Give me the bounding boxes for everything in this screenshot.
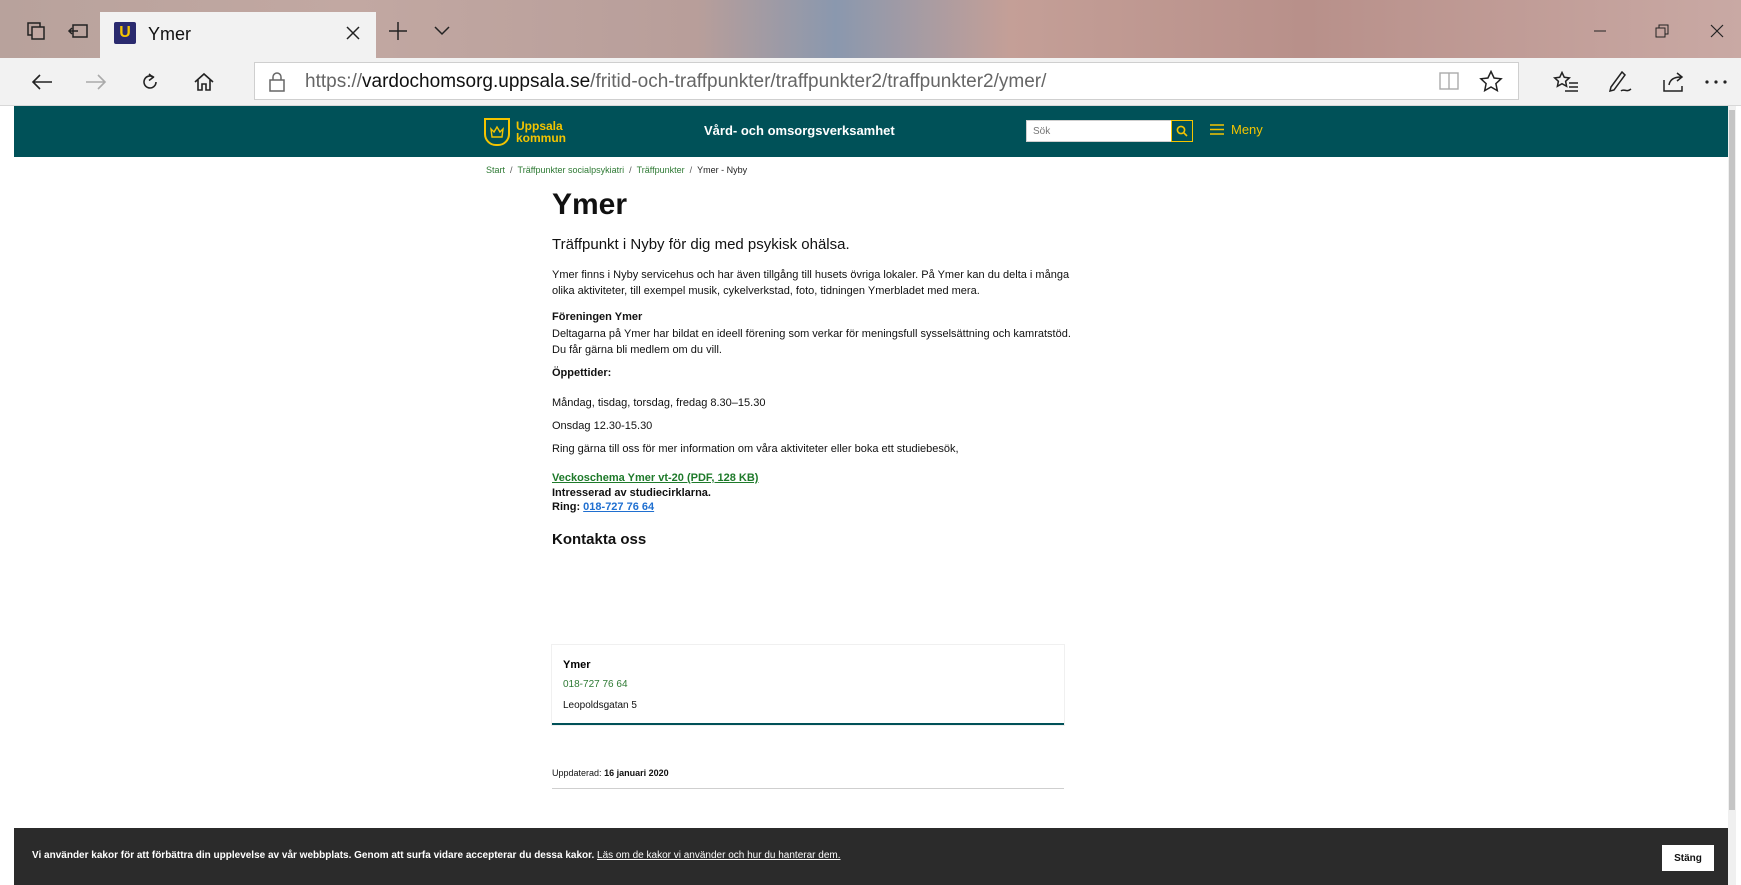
page-scrollbar[interactable]	[1728, 106, 1736, 885]
cookie-banner: Vi använder kakor för att förbättra din …	[14, 828, 1728, 885]
close-window-icon[interactable]	[1692, 12, 1741, 50]
study-circles-text: Intresserad av studiecirklarna.	[552, 487, 711, 499]
page-title: Ymer	[552, 188, 628, 221]
home-icon[interactable]	[184, 64, 224, 100]
article: Ymer Träffpunkt i Nyby för dig med psyki…	[552, 186, 1084, 548]
url-domain: vardochomsorg.uppsala.se	[362, 71, 591, 92]
updated-label: Uppdaterad:	[552, 768, 602, 778]
menu-label: Meny	[1231, 122, 1263, 137]
breadcrumb-separator: /	[689, 165, 693, 175]
contact-heading: Kontakta oss	[552, 531, 647, 548]
divider	[552, 788, 1064, 789]
restore-window-icon[interactable]	[1634, 12, 1690, 50]
hamburger-icon	[1210, 124, 1224, 135]
favorite-star-icon[interactable]	[1471, 63, 1511, 99]
tab-title: Ymer	[148, 24, 192, 44]
tab-preview-chevron-icon[interactable]	[422, 12, 462, 50]
cookie-info-link[interactable]: Läs om de kakor vi använder och hur du h…	[597, 850, 840, 861]
cookie-text: Vi använder kakor för att förbättra din …	[32, 850, 595, 861]
scrollbar-thumb[interactable]	[1729, 110, 1735, 810]
tab-manager-icon[interactable]	[16, 12, 56, 50]
more-options-icon[interactable]	[1704, 64, 1741, 100]
association-heading: Föreningen Ymer	[552, 311, 643, 323]
association-member-text: Du får gärna bli medlem om du vill.	[552, 344, 722, 356]
site-name[interactable]: Vård- och omsorgsverksamhet	[704, 123, 895, 138]
url-path: /fritid-och-traffpunkter/traffpunkter2/t…	[590, 71, 1047, 92]
search-icon[interactable]	[1171, 120, 1193, 142]
uppsala-kommun-logo[interactable]: Uppsala kommun	[484, 116, 566, 148]
lead-paragraph: Träffpunkt i Nyby för dig med psykisk oh…	[552, 236, 850, 253]
url-prefix: https://	[305, 71, 363, 92]
cookie-close-button[interactable]: Stäng	[1662, 845, 1714, 871]
ring-label: Ring:	[552, 501, 581, 513]
logo-text: Uppsala kommun	[516, 120, 566, 144]
contact-phone-link[interactable]: 018-727 76 64	[563, 679, 628, 690]
lock-icon	[267, 71, 289, 93]
opening-hours-heading: Öppettider:	[552, 367, 612, 379]
phone-link[interactable]: 018-727 76 64	[583, 501, 654, 513]
browser-navigation-bar: https://vardochomsorg.uppsala.se/fritid-…	[0, 58, 1741, 106]
logo-line-2: kommun	[516, 131, 567, 145]
site-search-input[interactable]	[1026, 120, 1172, 142]
address-bar[interactable]: https://vardochomsorg.uppsala.se/fritid-…	[254, 62, 1519, 100]
breadcrumb: Start / Träffpunkter socialpsykiatri / T…	[486, 165, 747, 175]
intro-paragraph: Ymer finns i Nyby servicehus och har äve…	[552, 269, 1070, 297]
contact-address: Leopoldsgatan 5	[563, 700, 637, 711]
contact-card: Ymer 018-727 76 64 Leopoldsgatan 5	[552, 645, 1064, 725]
breadcrumb-item-traffpunkter[interactable]: Träffpunkter	[637, 165, 685, 175]
url-text: https://vardochomsorg.uppsala.se/fritid-…	[305, 71, 1046, 93]
crown-shield-icon	[484, 118, 510, 146]
contact-name: Ymer	[563, 659, 591, 671]
breadcrumb-item-socialpsykiatri[interactable]: Träffpunkter socialpsykiatri	[518, 165, 625, 175]
cookie-message: Vi använder kakor för att förbättra din …	[32, 850, 841, 861]
minimize-window-icon[interactable]	[1572, 12, 1628, 50]
favorites-list-icon[interactable]	[1546, 64, 1586, 100]
reading-view-icon[interactable]	[1429, 63, 1469, 99]
forward-icon[interactable]	[76, 64, 116, 100]
back-icon[interactable]	[22, 64, 62, 100]
page-viewport: Uppsala kommun Vård- och omsorgsverksamh…	[14, 106, 1736, 885]
breadcrumb-separator: /	[629, 165, 632, 175]
breadcrumb-current: Ymer - Nyby	[697, 165, 748, 175]
breadcrumb-separator: /	[510, 165, 513, 175]
new-tab-icon[interactable]	[378, 12, 418, 50]
last-updated: Uppdaterad: 16 januari 2020	[552, 768, 669, 778]
uppsala-favicon-icon: U	[114, 22, 136, 44]
tab-ymer[interactable]: U Ymer	[100, 12, 376, 58]
browser-tab-bar: U Ymer	[0, 0, 1741, 58]
refresh-icon[interactable]	[130, 64, 170, 100]
association-paragraph: Deltagarna på Ymer har bildat en ideell …	[552, 328, 1071, 340]
weekly-schedule-pdf-link[interactable]: Veckoschema Ymer vt-20 (PDF, 128 KB)	[552, 472, 758, 484]
share-icon[interactable]	[1654, 64, 1694, 100]
menu-button[interactable]: Meny	[1210, 122, 1263, 137]
opening-hours-weekdays: Måndag, tisdag, torsdag, fredag 8.30–15.…	[552, 397, 766, 409]
opening-hours-wednesday: Onsdag 12.30-15.30	[552, 420, 653, 432]
web-note-pen-icon[interactable]	[1600, 64, 1640, 100]
call-us-text: Ring gärna till oss för mer information …	[552, 443, 959, 455]
site-header: Uppsala kommun Vård- och omsorgsverksamh…	[14, 106, 1728, 157]
updated-date: 16 januari 2020	[604, 768, 669, 778]
set-aside-tabs-icon[interactable]	[58, 12, 98, 50]
breadcrumb-item-start[interactable]: Start	[486, 165, 505, 175]
tab-close-icon[interactable]	[338, 18, 368, 48]
